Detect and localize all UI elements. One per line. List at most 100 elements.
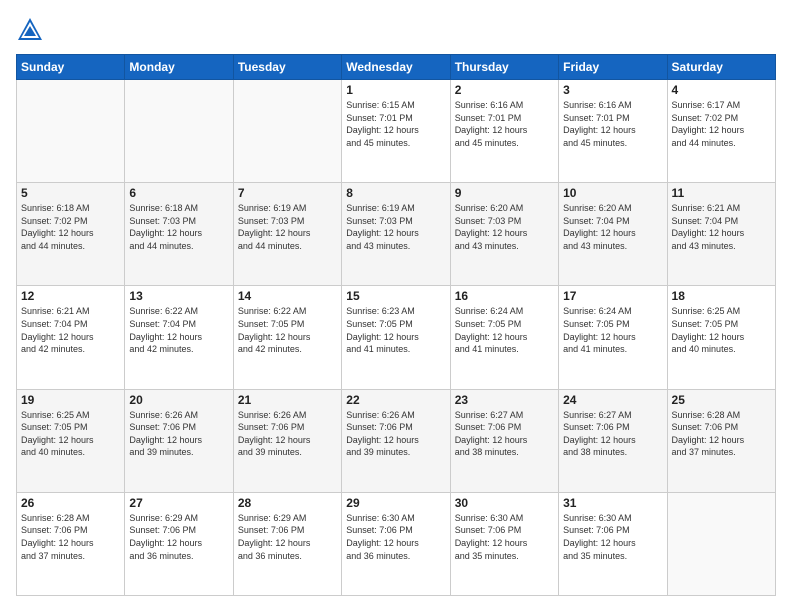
calendar-cell: 25Sunrise: 6:28 AM Sunset: 7:06 PM Dayli… (667, 389, 775, 492)
calendar-cell: 23 Sunrise: 6:27 AM Sunset: 7:06 PM Dayli… (450, 389, 558, 492)
calendar-cell: 1 Sunrise: 6:15 AM Sunset: 7:01 PM Daylig… (342, 80, 450, 183)
calendar-cell: 2 Sunrise: 6:16 AM Sunset: 7:01 PM Daylig… (450, 80, 558, 183)
day-number: 20 (129, 393, 228, 407)
day-info: Sunrise: 6:18 AM Sunset: 7:03 PM Dayligh… (129, 202, 228, 252)
calendar-week-2: 5 Sunrise: 6:18 AM Sunset: 7:02 PM Daylig… (17, 183, 776, 286)
calendar-week-4: 19 Sunrise: 6:25 AM Sunset: 7:05 PM Dayli… (17, 389, 776, 492)
logo (16, 16, 48, 44)
day-number: 22 (346, 393, 445, 407)
day-info: Sunrise: 6:30 AM Sunset: 7:06 PM Dayligh… (563, 512, 662, 562)
day-info: Sunrise: 6:30 AM Sunset: 7:06 PM Dayligh… (455, 512, 554, 562)
day-number: 30 (455, 496, 554, 510)
day-number: 15 (346, 289, 445, 303)
day-info: Sunrise: 6:28 AM Sunset: 7:06 PM Dayligh… (21, 512, 120, 562)
day-info: Sunrise: 6:26 AM Sunset: 7:06 PM Dayligh… (129, 409, 228, 459)
day-info: Sunrise: 6:15 AM Sunset: 7:01 PM Dayligh… (346, 99, 445, 149)
day-number: 24 (563, 393, 662, 407)
day-info: Sunrise: 6:19 AM Sunset: 7:03 PM Dayligh… (238, 202, 337, 252)
calendar-cell: 13 Sunrise: 6:22 AM Sunset: 7:04 PM Dayli… (125, 286, 233, 389)
calendar-cell: 6 Sunrise: 6:18 AM Sunset: 7:03 PM Daylig… (125, 183, 233, 286)
calendar-cell: 26 Sunrise: 6:28 AM Sunset: 7:06 PM Dayli… (17, 492, 125, 595)
weekday-row: SundayMondayTuesdayWednesdayThursdayFrid… (17, 55, 776, 80)
day-number: 12 (21, 289, 120, 303)
day-number: 3 (563, 83, 662, 97)
calendar-cell: 31Sunrise: 6:30 AM Sunset: 7:06 PM Dayli… (559, 492, 667, 595)
day-info: Sunrise: 6:21 AM Sunset: 7:04 PM Dayligh… (21, 305, 120, 355)
day-number: 17 (563, 289, 662, 303)
calendar-cell: 24 Sunrise: 6:27 AM Sunset: 7:06 PM Dayli… (559, 389, 667, 492)
calendar-week-1: 1 Sunrise: 6:15 AM Sunset: 7:01 PM Daylig… (17, 80, 776, 183)
day-number: 21 (238, 393, 337, 407)
day-number: 14 (238, 289, 337, 303)
calendar-cell (233, 80, 341, 183)
day-number: 5 (21, 186, 120, 200)
calendar-cell: 22 Sunrise: 6:26 AM Sunset: 7:06 PM Dayli… (342, 389, 450, 492)
day-number: 28 (238, 496, 337, 510)
calendar-cell (125, 80, 233, 183)
day-number: 11 (672, 186, 771, 200)
logo-icon (16, 16, 44, 44)
calendar-cell: 11 Sunrise: 6:21 AM Sunset: 7:04 PM Dayli… (667, 183, 775, 286)
calendar-cell: 21 Sunrise: 6:26 AM Sunset: 7:06 PM Dayli… (233, 389, 341, 492)
calendar-cell (17, 80, 125, 183)
day-info: Sunrise: 6:19 AM Sunset: 7:03 PM Dayligh… (346, 202, 445, 252)
weekday-header-sunday: Sunday (17, 55, 125, 80)
weekday-header-thursday: Thursday (450, 55, 558, 80)
day-number: 19 (21, 393, 120, 407)
calendar-week-3: 12 Sunrise: 6:21 AM Sunset: 7:04 PM Dayli… (17, 286, 776, 389)
day-info: Sunrise: 6:24 AM Sunset: 7:05 PM Dayligh… (455, 305, 554, 355)
day-info: Sunrise: 6:27 AM Sunset: 7:06 PM Dayligh… (563, 409, 662, 459)
day-info: Sunrise: 6:16 AM Sunset: 7:01 PM Dayligh… (455, 99, 554, 149)
calendar-cell (667, 492, 775, 595)
day-info: Sunrise: 6:17 AM Sunset: 7:02 PM Dayligh… (672, 99, 771, 149)
day-info: Sunrise: 6:22 AM Sunset: 7:04 PM Dayligh… (129, 305, 228, 355)
day-info: Sunrise: 6:20 AM Sunset: 7:04 PM Dayligh… (563, 202, 662, 252)
day-info: Sunrise: 6:23 AM Sunset: 7:05 PM Dayligh… (346, 305, 445, 355)
calendar-body: 1 Sunrise: 6:15 AM Sunset: 7:01 PM Daylig… (17, 80, 776, 596)
calendar-cell: 27 Sunrise: 6:29 AM Sunset: 7:06 PM Dayli… (125, 492, 233, 595)
calendar-cell: 8 Sunrise: 6:19 AM Sunset: 7:03 PM Daylig… (342, 183, 450, 286)
day-info: Sunrise: 6:26 AM Sunset: 7:06 PM Dayligh… (346, 409, 445, 459)
calendar-table: SundayMondayTuesdayWednesdayThursdayFrid… (16, 54, 776, 596)
day-number: 2 (455, 83, 554, 97)
day-number: 26 (21, 496, 120, 510)
header (16, 16, 776, 44)
calendar-week-5: 26 Sunrise: 6:28 AM Sunset: 7:06 PM Dayli… (17, 492, 776, 595)
day-number: 23 (455, 393, 554, 407)
day-info: Sunrise: 6:25 AM Sunset: 7:05 PM Dayligh… (672, 305, 771, 355)
day-info: Sunrise: 6:29 AM Sunset: 7:06 PM Dayligh… (129, 512, 228, 562)
calendar-cell: 29 Sunrise: 6:30 AM Sunset: 7:06 PM Dayli… (342, 492, 450, 595)
day-info: Sunrise: 6:22 AM Sunset: 7:05 PM Dayligh… (238, 305, 337, 355)
calendar-cell: 12 Sunrise: 6:21 AM Sunset: 7:04 PM Dayli… (17, 286, 125, 389)
day-info: Sunrise: 6:29 AM Sunset: 7:06 PM Dayligh… (238, 512, 337, 562)
calendar-cell: 30 Sunrise: 6:30 AM Sunset: 7:06 PM Dayli… (450, 492, 558, 595)
calendar-cell: 15 Sunrise: 6:23 AM Sunset: 7:05 PM Dayli… (342, 286, 450, 389)
weekday-header-monday: Monday (125, 55, 233, 80)
day-number: 13 (129, 289, 228, 303)
day-info: Sunrise: 6:16 AM Sunset: 7:01 PM Dayligh… (563, 99, 662, 149)
calendar-cell: 10Sunrise: 6:20 AM Sunset: 7:04 PM Dayli… (559, 183, 667, 286)
calendar-cell: 19 Sunrise: 6:25 AM Sunset: 7:05 PM Dayli… (17, 389, 125, 492)
day-info: Sunrise: 6:21 AM Sunset: 7:04 PM Dayligh… (672, 202, 771, 252)
day-info: Sunrise: 6:25 AM Sunset: 7:05 PM Dayligh… (21, 409, 120, 459)
day-number: 16 (455, 289, 554, 303)
day-number: 29 (346, 496, 445, 510)
day-info: Sunrise: 6:27 AM Sunset: 7:06 PM Dayligh… (455, 409, 554, 459)
day-number: 25 (672, 393, 771, 407)
calendar-cell: 3 Sunrise: 6:16 AM Sunset: 7:01 PM Daylig… (559, 80, 667, 183)
calendar-header: SundayMondayTuesdayWednesdayThursdayFrid… (17, 55, 776, 80)
day-number: 7 (238, 186, 337, 200)
calendar-cell: 18 Sunrise: 6:25 AM Sunset: 7:05 PM Dayli… (667, 286, 775, 389)
day-info: Sunrise: 6:26 AM Sunset: 7:06 PM Dayligh… (238, 409, 337, 459)
day-number: 8 (346, 186, 445, 200)
day-number: 1 (346, 83, 445, 97)
calendar-cell: 9Sunrise: 6:20 AM Sunset: 7:03 PM Daylig… (450, 183, 558, 286)
calendar-cell: 14 Sunrise: 6:22 AM Sunset: 7:05 PM Dayli… (233, 286, 341, 389)
day-number: 6 (129, 186, 228, 200)
day-info: Sunrise: 6:18 AM Sunset: 7:02 PM Dayligh… (21, 202, 120, 252)
page: SundayMondayTuesdayWednesdayThursdayFrid… (0, 0, 792, 612)
day-number: 27 (129, 496, 228, 510)
day-info: Sunrise: 6:30 AM Sunset: 7:06 PM Dayligh… (346, 512, 445, 562)
calendar-cell: 4Sunrise: 6:17 AM Sunset: 7:02 PM Daylig… (667, 80, 775, 183)
day-number: 18 (672, 289, 771, 303)
